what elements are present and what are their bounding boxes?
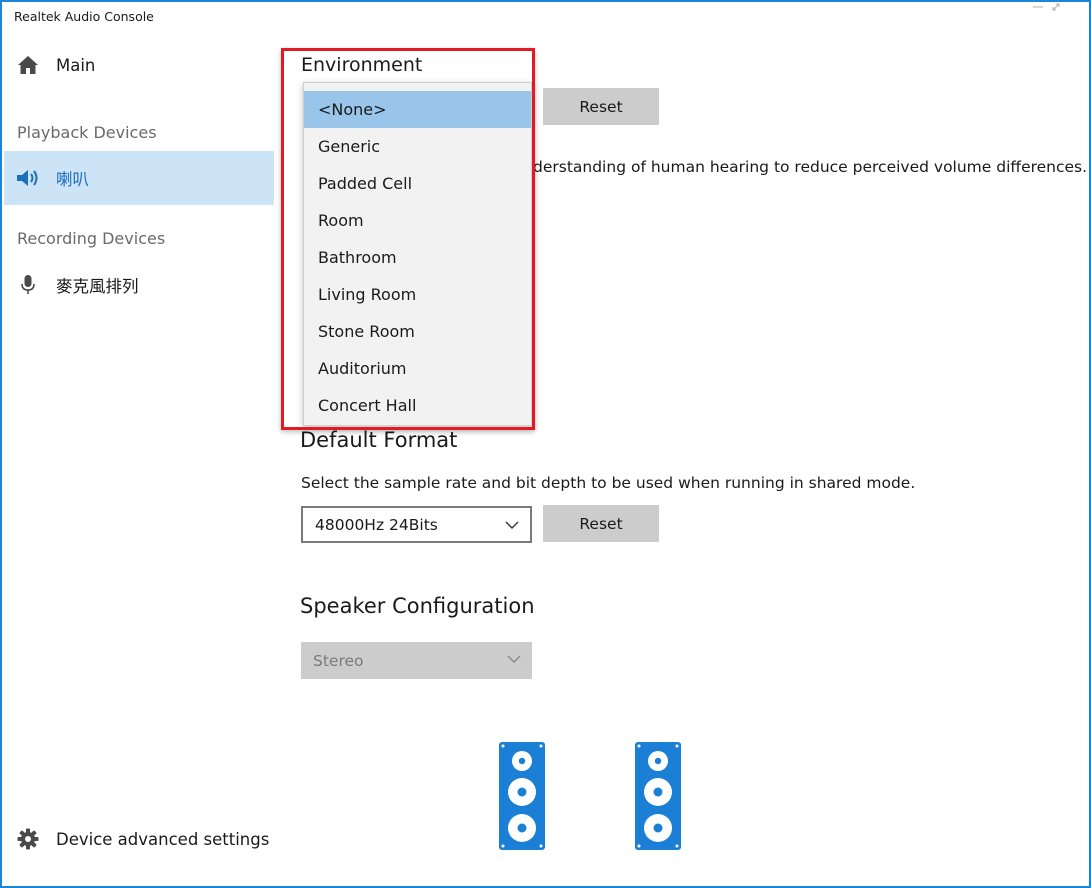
default-format-select[interactable]: 48000Hz 24Bits <box>301 506 532 543</box>
chevron-down-icon <box>506 651 522 667</box>
default-format-description: Select the sample rate and bit depth to … <box>301 474 916 492</box>
environment-description: derstanding of human hearing to reduce p… <box>533 158 1088 176</box>
main-content: Environment Reset derstanding of human h… <box>2 2 1089 886</box>
speaker-configuration-select: Stereo <box>301 642 532 679</box>
default-format-reset-button[interactable]: Reset <box>543 505 659 542</box>
chevron-down-icon <box>504 517 520 533</box>
left-speaker-icon[interactable] <box>499 742 545 850</box>
highlight-annotation-box <box>281 48 535 430</box>
speaker-configuration-title: Speaker Configuration <box>300 594 535 618</box>
default-format-title: Default Format <box>300 428 458 452</box>
right-speaker-icon[interactable] <box>635 742 681 850</box>
default-format-value: 48000Hz 24Bits <box>315 515 438 534</box>
app-window: Realtek Audio Console Main Playback Devi… <box>0 0 1091 888</box>
speaker-configuration-value: Stereo <box>313 651 364 670</box>
environment-reset-button[interactable]: Reset <box>543 88 659 125</box>
